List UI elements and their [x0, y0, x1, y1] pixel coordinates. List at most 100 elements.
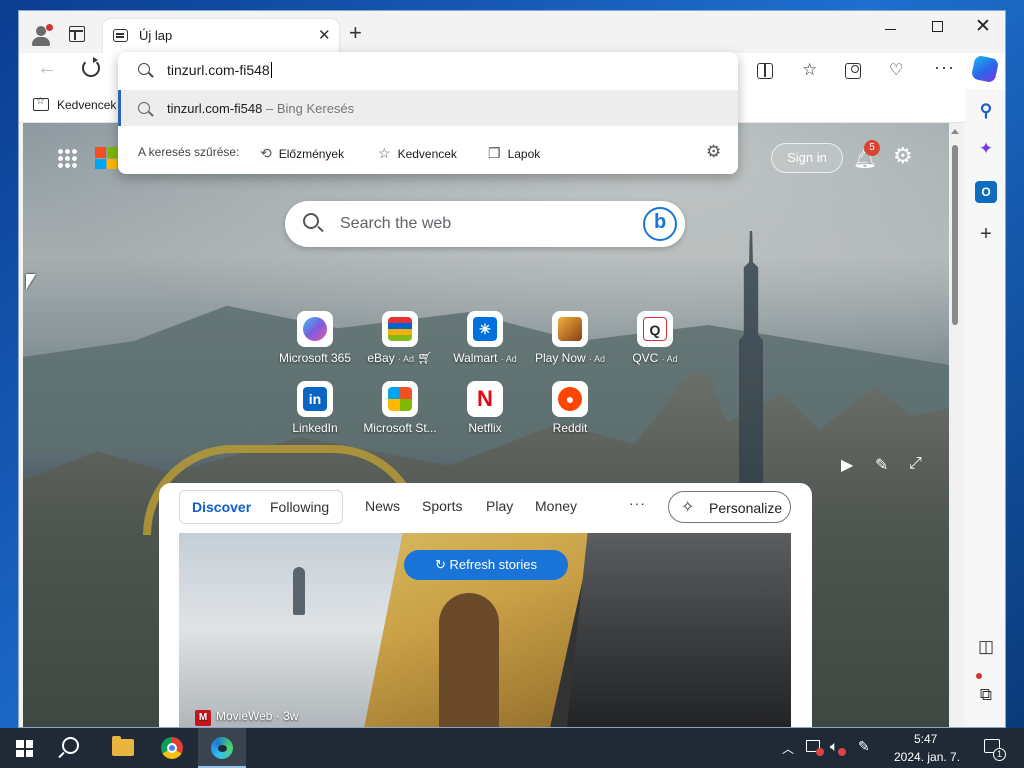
- sidebar-alert-dot: [976, 673, 982, 679]
- feed-hero-card[interactable]: ↻ Refresh stories M MovieWeb · 3w: [179, 533, 791, 727]
- search-settings-icon[interactable]: ⚙: [706, 142, 721, 162]
- notification-badge: 5: [864, 140, 880, 156]
- new-tab-page: Sign in 🔔︎ 5 ⚙ Search the web Microsoft …: [23, 123, 949, 727]
- qvc-icon: Q: [643, 317, 667, 341]
- external-link-icon[interactable]: ⧉: [975, 685, 997, 707]
- edit-background-icon[interactable]: ✎: [875, 455, 888, 475]
- nav-play[interactable]: Play: [486, 498, 513, 514]
- clock-time[interactable]: 5:47: [914, 732, 937, 746]
- taskbar-file-explorer[interactable]: [98, 728, 146, 768]
- address-input-value: tinzurl.com-fi548: [167, 62, 270, 78]
- feed-segmented-control: Discover Following: [179, 490, 343, 524]
- app-launcher-icon[interactable]: [57, 148, 77, 168]
- more-options-icon[interactable]: ···: [934, 57, 955, 78]
- mouse-pointer: [26, 274, 36, 290]
- profile-button[interactable]: [29, 23, 53, 47]
- copilot-icon[interactable]: [970, 54, 1000, 84]
- edge-sidebar: ⚲ ✦ O + ◫ ⧉ ⚙: [965, 89, 1005, 727]
- quick-link-netflix[interactable]: N Netflix: [445, 381, 525, 435]
- nav-sports[interactable]: Sports: [422, 498, 462, 514]
- feed-more-icon[interactable]: ···: [629, 495, 646, 511]
- back-button[interactable]: ←: [37, 57, 57, 80]
- web-search-box[interactable]: Search the web: [285, 201, 685, 247]
- tabs-icon: ❐: [488, 145, 501, 161]
- quick-link-microsoft-store[interactable]: Microsoft St...: [360, 381, 440, 435]
- play-now-icon: [558, 317, 582, 341]
- quick-link-qvc[interactable]: Q QVC · Ad: [615, 311, 695, 365]
- windows-taskbar: ︿ 🔈︎ ✎ 5:47 2024. jan. 7. 1: [0, 728, 1024, 768]
- tab-discover[interactable]: Discover: [192, 499, 251, 515]
- browser-essentials-icon[interactable]: ♡: [889, 60, 903, 80]
- reddit-icon: ●: [558, 387, 582, 411]
- scroll-thumb[interactable]: [952, 145, 958, 325]
- new-tab-button[interactable]: +: [349, 22, 362, 44]
- close-window-button[interactable]: ✕: [975, 15, 991, 38]
- filter-tabs[interactable]: ❐ Lapok: [488, 145, 540, 162]
- netflix-icon: N: [473, 387, 497, 411]
- taskbar-chrome[interactable]: [148, 728, 196, 768]
- clock-date[interactable]: 2024. jan. 7.: [894, 750, 960, 764]
- hide-sidebar-icon[interactable]: ◫: [975, 637, 997, 659]
- sidebar-add-icon[interactable]: +: [975, 223, 997, 245]
- collections-icon[interactable]: [845, 63, 861, 79]
- search-filters: A keresés szűrése: ⟲ Előzmények ☆ Kedvence…: [118, 136, 738, 170]
- nav-money[interactable]: Money: [535, 498, 577, 514]
- sidebar-copilot-icon[interactable]: ✦: [975, 139, 997, 161]
- quick-link-play-now[interactable]: Play Now · Ad: [530, 311, 610, 365]
- favorites-icon[interactable]: ☆: [802, 60, 817, 80]
- quick-link-ebay[interactable]: eBay · Ad 🛒︎: [360, 311, 440, 365]
- quick-link-linkedin[interactable]: in LinkedIn: [275, 381, 355, 435]
- address-input[interactable]: tinzurl.com-fi548: [118, 52, 738, 88]
- scroll-up-arrow-icon[interactable]: [951, 129, 959, 134]
- show-hidden-icons-icon[interactable]: ︿: [782, 740, 794, 757]
- suggestion-search-icon: [138, 102, 150, 114]
- search-placeholder: Search the web: [340, 215, 452, 232]
- nav-news[interactable]: News: [365, 498, 400, 514]
- quick-link-walmart[interactable]: ✳ Walmart · Ad: [445, 311, 525, 365]
- maximize-button[interactable]: [932, 21, 943, 32]
- page-scrollbar[interactable]: [949, 123, 961, 727]
- filter-label: A keresés szűrése:: [138, 145, 240, 159]
- microsoft365-icon: [303, 317, 327, 341]
- refresh-button[interactable]: [82, 57, 100, 77]
- tab-following[interactable]: Following: [270, 499, 329, 515]
- walmart-icon: ✳: [473, 317, 497, 341]
- expand-icon[interactable]: ⤢: [909, 455, 922, 473]
- filter-history[interactable]: ⟲ Előzmények: [260, 145, 344, 162]
- hero-image-stormy-castle: [565, 533, 791, 727]
- tab-new-tab[interactable]: Új lap ✕: [103, 19, 339, 53]
- new-tab-page-icon: [113, 29, 128, 42]
- search-icon: [303, 213, 319, 229]
- shopping-cart-icon: 🛒︎: [417, 351, 433, 365]
- quick-link-microsoft365[interactable]: Microsoft 365: [275, 311, 355, 365]
- favorites-folder-icon: [33, 96, 49, 111]
- news-feed-panel: Discover Following News Sports Play Mone…: [159, 483, 812, 727]
- minimize-button[interactable]: [885, 29, 896, 31]
- refresh-stories-button[interactable]: ↻ Refresh stories: [404, 550, 568, 580]
- tab-title: Új lap: [139, 28, 173, 43]
- personalize-button[interactable]: ✧ Personalize: [668, 491, 791, 523]
- volume-muted-icon: [838, 748, 846, 756]
- start-button[interactable]: [16, 740, 33, 757]
- microsoft-store-icon: [388, 387, 412, 411]
- tab-actions-icon[interactable]: [69, 26, 85, 42]
- favorites-star-icon: ☆: [378, 145, 391, 161]
- text-caret: [270, 62, 272, 78]
- sign-in-button[interactable]: Sign in: [771, 143, 843, 173]
- taskbar-edge[interactable]: [198, 728, 246, 768]
- pen-icon[interactable]: ✎: [858, 738, 870, 755]
- sidebar-outlook-icon[interactable]: O: [975, 181, 997, 203]
- bing-chat-icon[interactable]: [643, 207, 677, 241]
- split-screen-icon[interactable]: [757, 63, 773, 79]
- page-settings-icon[interactable]: ⚙: [893, 143, 913, 169]
- play-video-icon[interactable]: ▶: [841, 455, 853, 475]
- edge-icon: [211, 737, 233, 759]
- filter-favorites[interactable]: ☆ Kedvencek: [378, 145, 457, 162]
- close-tab-icon[interactable]: ✕: [318, 26, 331, 44]
- taskbar-search-icon[interactable]: [62, 737, 79, 754]
- favorites-folder-label[interactable]: Kedvencek: [57, 98, 116, 112]
- profile-alert-dot: [46, 24, 53, 31]
- search-suggestion[interactable]: tinzurl.com-fi548 – Bing Keresés: [118, 90, 738, 126]
- quick-link-reddit[interactable]: ● Reddit: [530, 381, 610, 435]
- sidebar-search-icon[interactable]: ⚲: [975, 101, 997, 123]
